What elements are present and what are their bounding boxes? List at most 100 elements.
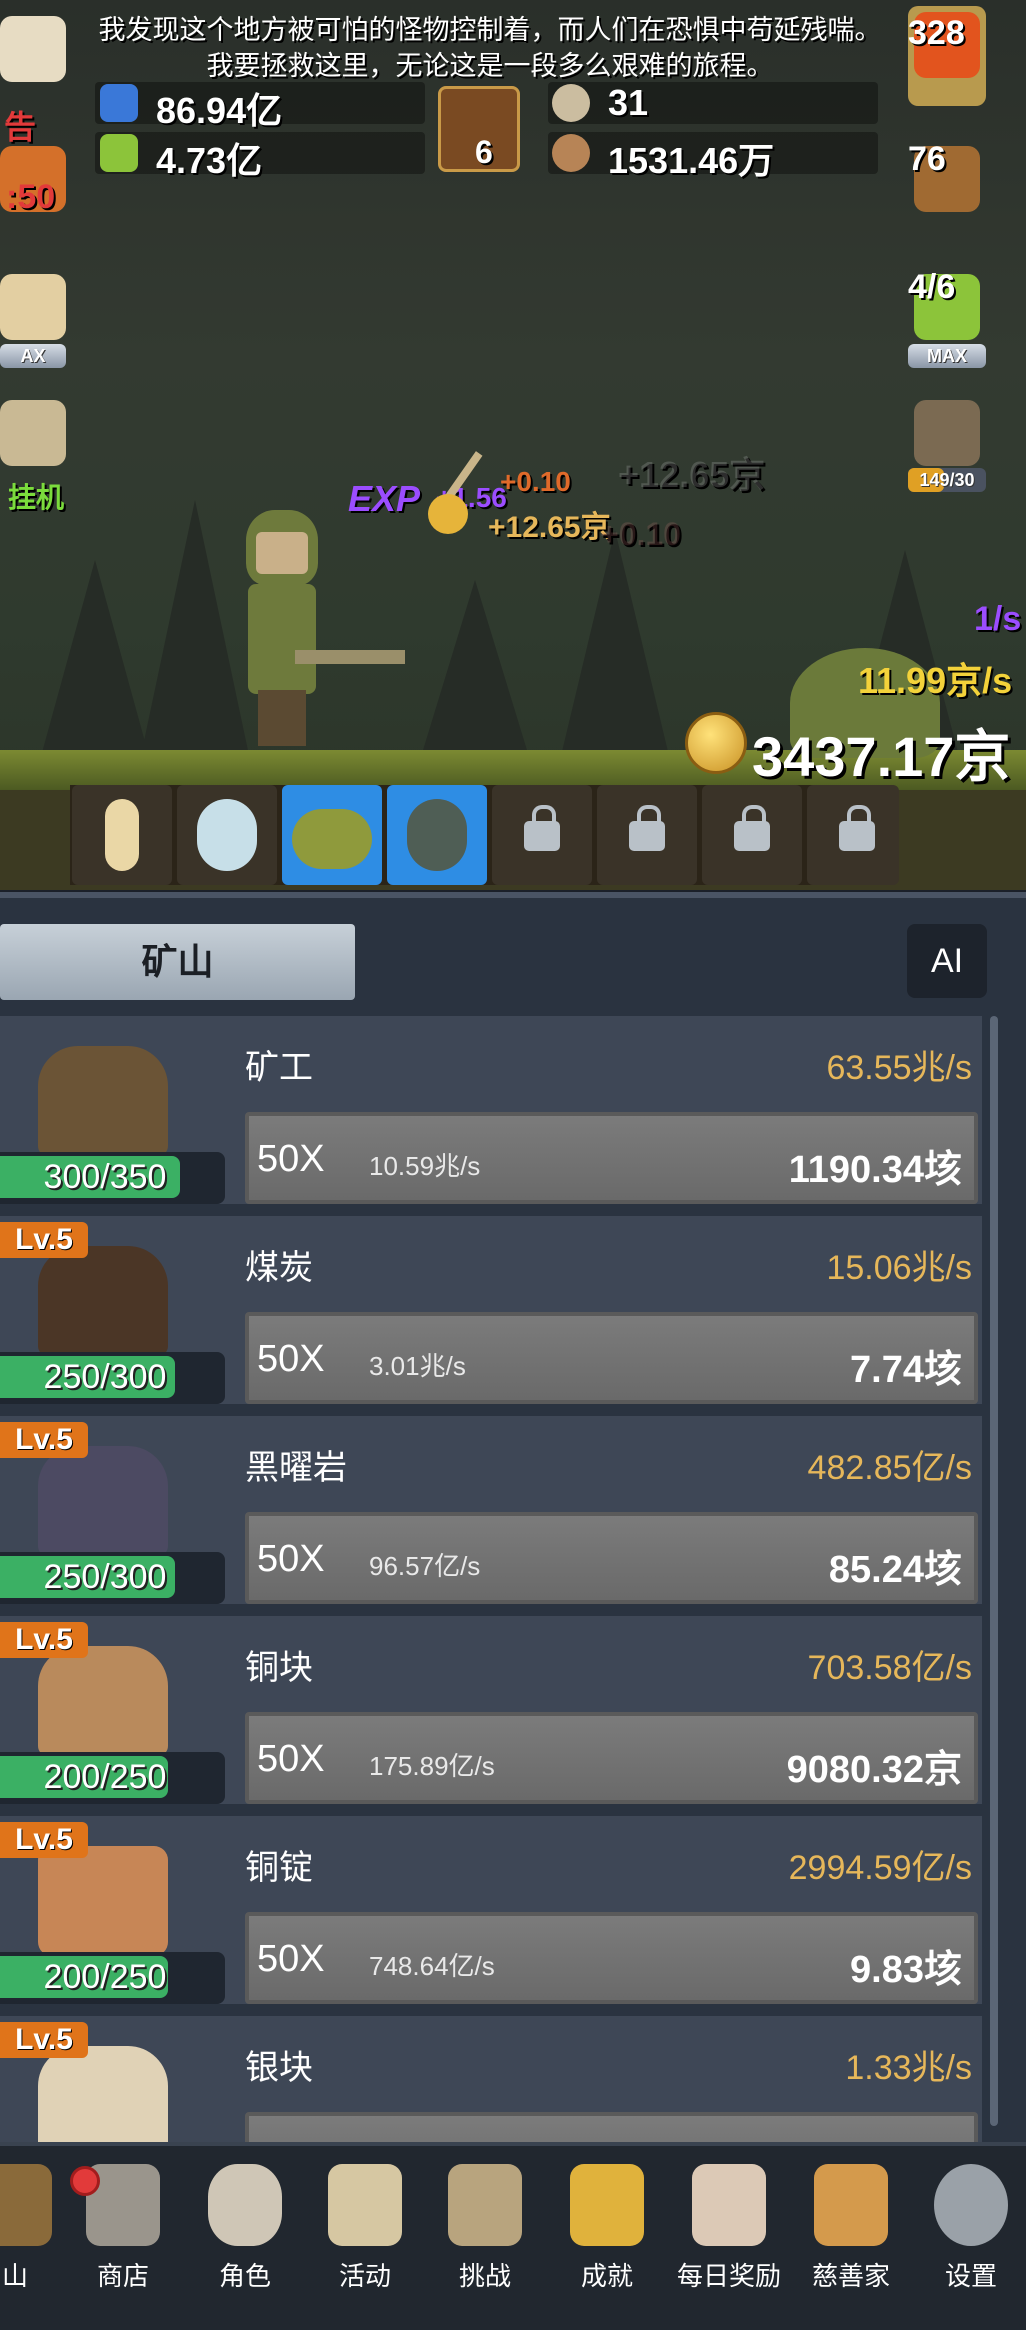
plus-small: +0.10 [500, 466, 571, 497]
level-badge: Lv.5 [0, 1822, 88, 1858]
monster-slot-locked[interactable] [807, 785, 899, 885]
unit-rate: 3.01兆/s [369, 1351, 466, 1381]
copper-nugget-icon [38, 1646, 168, 1756]
bottom-nav: 山 商店 角色 活动 挑战 成就 每日奖励 慈善家 设置 [0, 2142, 1026, 2330]
upgrade-button[interactable] [245, 2112, 978, 2142]
max-badge: AX [0, 344, 66, 368]
tab-mine[interactable]: 矿山 [0, 924, 355, 1000]
item-rate: 2994.59亿/s [788, 1849, 972, 1887]
candle-icon [105, 799, 139, 871]
upgrade-button[interactable]: 50X 748.64亿/s 9.83垓 [245, 1912, 978, 2004]
green-potion-icon [100, 134, 138, 172]
sword-button[interactable]: 149/30 [908, 394, 986, 494]
progress-bar: 200/250 [0, 1952, 225, 2004]
nav-label: 成就 [580, 2261, 633, 2291]
idle-button[interactable]: 挂机 [0, 394, 78, 513]
level-badge: Lv.5 [0, 1622, 88, 1658]
monster-slot-zombie[interactable] [387, 785, 487, 885]
item-rate: 63.55兆/s [826, 1049, 972, 1087]
monster-slot-locked[interactable] [492, 785, 592, 885]
resource-stone-coin [548, 82, 878, 124]
ghost-small: +0.10 [600, 516, 681, 552]
notification-dot [70, 2166, 100, 2196]
upgrade-cost: 1190.34垓 [788, 1149, 962, 1191]
potion-shop-button[interactable]: 328 [908, 6, 986, 106]
chest-button[interactable]: 76 [908, 140, 986, 240]
max-badge: MAX [908, 344, 986, 368]
left-upgrade-button[interactable]: AX [0, 268, 78, 368]
stone-coin-amount: 31 [608, 82, 649, 123]
level-badge: Lv.5 [0, 2022, 88, 2058]
egg-icon [197, 799, 257, 871]
scroll-icon [328, 2164, 402, 2246]
silver-nugget-icon [38, 2046, 168, 2142]
progress-text: 200/250 [43, 1958, 167, 1996]
card-silver-nugget: Lv.5 银块 1.33兆/s [0, 2016, 982, 2142]
ad-button[interactable]: 告 [0, 10, 78, 145]
upgrade-button[interactable]: 50X 3.01兆/s 7.74垓 [245, 1312, 978, 1404]
item-name: 银块 [245, 2049, 313, 2087]
nav-label: 商店 [96, 2261, 149, 2291]
exp-label: EXP [348, 478, 421, 519]
item-rate: 15.06兆/s [826, 1249, 972, 1287]
upgrade-cost: 7.74垓 [850, 1349, 962, 1391]
scrollbar[interactable] [990, 1016, 998, 2126]
book-count: 6 [475, 134, 493, 170]
upgrade-button[interactable]: 50X 10.59兆/s 1190.34垓 [245, 1112, 978, 1204]
card-miner: 300/350 矿工 63.55兆/s 50X 10.59兆/s 1190.34… [0, 1016, 982, 1210]
card-coal: Lv.5 250/300 煤炭 15.06兆/s 50X 3.01兆/s 7.7… [0, 1216, 982, 1410]
monster-slot-locked[interactable] [597, 785, 697, 885]
nav-label: 角色 [218, 2261, 271, 2291]
ai-button[interactable]: AI [907, 924, 987, 998]
chain-icon [0, 400, 66, 466]
monster-slot-egg[interactable] [177, 785, 277, 885]
timer-button[interactable]: :50 [0, 140, 78, 240]
item-name: 煤炭 [245, 1249, 313, 1287]
lock-icon [629, 805, 665, 851]
nav-achievements[interactable]: 成就 [552, 2164, 662, 2314]
progress-text: 200/250 [43, 1758, 167, 1796]
bag-icon [0, 274, 66, 340]
blue-potion-icon [100, 84, 138, 122]
nut-icon [552, 134, 590, 172]
nav-character[interactable]: 角色 [190, 2164, 300, 2314]
tree-decoration [40, 560, 150, 760]
potion-count: 328 [908, 14, 965, 52]
gear-icon [934, 2164, 1008, 2246]
hero-legs [258, 690, 306, 746]
ghost-gold: +12.65京 [618, 454, 766, 495]
upgrade-button[interactable]: 50X 175.89亿/s 9080.32京 [245, 1712, 978, 1804]
nav-events[interactable]: 活动 [310, 2164, 420, 2314]
timer-label: :50 [6, 178, 56, 216]
sword-progress: 9/30 [939, 470, 975, 490]
game-scene: 我发现这个地方被可怕的怪物控制着，而人们在恐惧中苟延残喘。 我要拯救这里，无论这… [0, 0, 1026, 890]
item-rate: 482.85亿/s [807, 1449, 972, 1487]
nav-challenge[interactable]: 挑战 [430, 2164, 540, 2314]
monster-slot-locked[interactable] [702, 785, 802, 885]
card-obsidian: Lv.5 250/300 黑曜岩 482.85亿/s 50X 96.57亿/s … [0, 1416, 982, 1610]
nav-settings[interactable]: 设置 [916, 2164, 1026, 2314]
copper-ingot-icon [38, 1846, 168, 1956]
upgrade-cost: 85.24垓 [828, 1549, 962, 1591]
nav-mine[interactable]: 山 [0, 2164, 70, 2314]
hero-body [248, 584, 316, 694]
monster-slot-candle[interactable] [72, 785, 172, 885]
unit-rate: 96.57亿/s [369, 1551, 481, 1581]
nav-daily-reward[interactable]: 每日奖励 [674, 2164, 784, 2314]
tree-decoration [420, 580, 530, 760]
slime-button[interactable]: 4/6 MAX [908, 268, 986, 368]
card-copper-ingot: Lv.5 200/250 铜锭 2994.59亿/s 50X 748.64亿/s… [0, 1816, 982, 2010]
multiplier: 50X [257, 1738, 325, 1780]
nav-philanthropist[interactable]: 慈善家 [796, 2164, 906, 2314]
unit-rate: 10.59兆/s [369, 1151, 481, 1181]
upgrade-button[interactable]: 50X 96.57亿/s 85.24垓 [245, 1512, 978, 1604]
key-icon [570, 2164, 644, 2246]
multiplier: 50X [257, 1538, 325, 1580]
sword-icon [914, 400, 980, 466]
lock-icon [734, 805, 770, 851]
card-copper-nugget: Lv.5 200/250 铜块 703.58亿/s 50X 175.89亿/s … [0, 1616, 982, 1810]
purple-rate: 1/s [974, 600, 1022, 638]
green-potion-amount: 4.73亿 [156, 140, 263, 181]
nav-label: 每日奖励 [676, 2261, 781, 2291]
monster-slot-slime[interactable] [282, 785, 382, 885]
